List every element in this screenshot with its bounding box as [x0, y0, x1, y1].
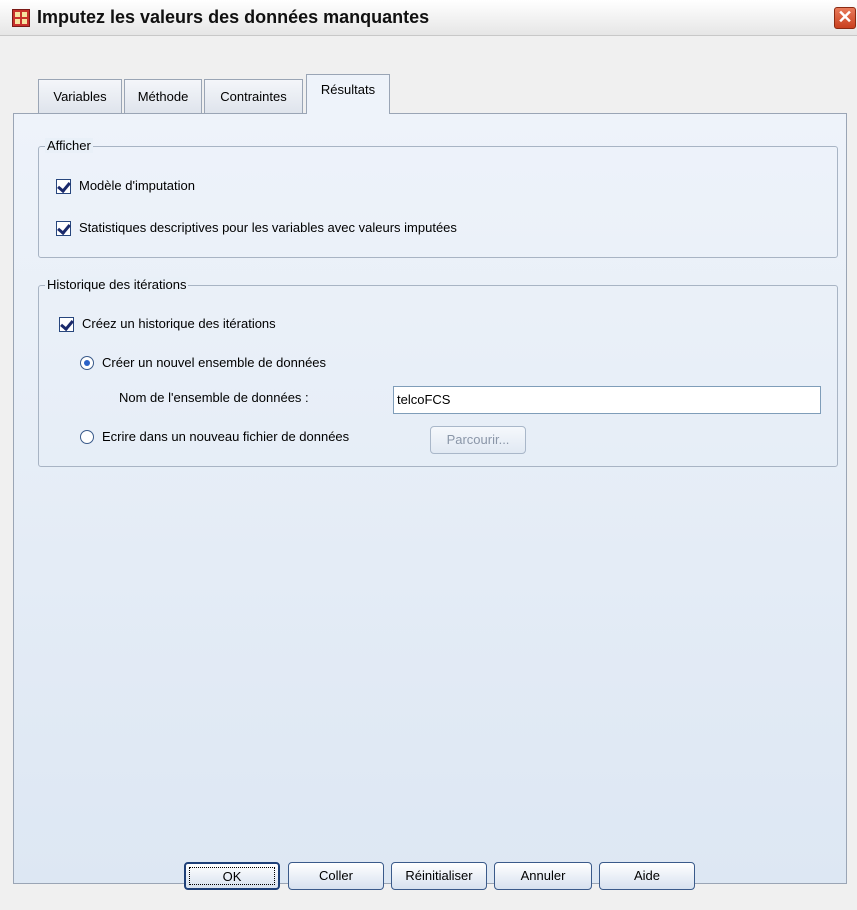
- dataset-name-input[interactable]: telcoFCS: [393, 386, 821, 414]
- afficher-group: Afficher: [38, 138, 838, 258]
- tab-resultats[interactable]: Résultats: [306, 74, 390, 114]
- close-icon[interactable]: ✕: [834, 7, 856, 29]
- tab-contraintes[interactable]: Contraintes: [204, 79, 303, 113]
- model-imputation-checkbox[interactable]: [56, 179, 71, 194]
- new-file-label: Ecrire dans un nouveau fichier de donnée…: [102, 429, 350, 444]
- title-bar[interactable]: Imputez les valeurs des données manquant…: [0, 0, 857, 36]
- cancel-button[interactable]: Annuler: [494, 862, 592, 890]
- dialog-window: Imputez les valeurs des données manquant…: [0, 0, 857, 910]
- tab-methode[interactable]: Méthode: [124, 79, 202, 113]
- dataset-name-label: Nom de l'ensemble de données :: [119, 390, 309, 405]
- descriptive-stats-checkbox[interactable]: [56, 221, 71, 236]
- help-button[interactable]: Aide: [599, 862, 695, 890]
- afficher-legend: Afficher: [45, 138, 93, 153]
- descriptive-stats-label: Statistiques descriptives pour les varia…: [79, 220, 457, 235]
- paste-button[interactable]: Coller: [288, 862, 384, 890]
- window-title: Imputez les valeurs des données manquant…: [37, 7, 430, 27]
- ok-button[interactable]: OK: [184, 862, 280, 890]
- reset-button[interactable]: Réinitialiser: [391, 862, 487, 890]
- browse-button[interactable]: Parcourir...: [430, 426, 526, 454]
- historique-legend: Historique des itérations: [45, 277, 189, 292]
- new-dataset-radio[interactable]: [80, 356, 94, 370]
- model-imputation-label: Modèle d'imputation: [79, 178, 195, 193]
- new-file-radio[interactable]: [80, 430, 94, 444]
- create-history-checkbox[interactable]: [59, 317, 74, 332]
- new-dataset-label: Créer un nouvel ensemble de données: [102, 355, 327, 370]
- create-history-label: Créez un historique des itérations: [82, 316, 276, 331]
- tab-variables[interactable]: Variables: [38, 79, 122, 113]
- ok-button-label: OK: [189, 867, 275, 885]
- spreadsheet-icon: [12, 9, 30, 27]
- tab-panel-resultats: Afficher Modèle d'imputation Statistique…: [13, 113, 847, 884]
